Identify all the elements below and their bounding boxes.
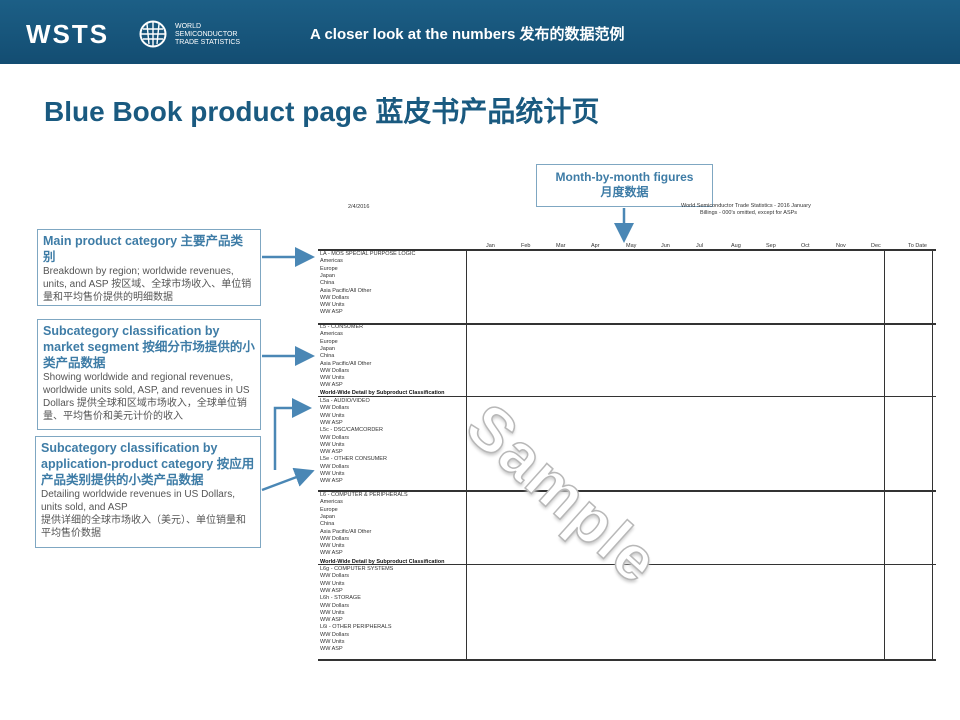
category-heading: LA - MOS SPECIAL PURPOSE LOGIC <box>320 251 416 257</box>
row-label: WW Dollars <box>320 463 350 470</box>
row-label: Europe <box>320 338 338 345</box>
row-label: China <box>320 521 335 528</box>
slide: WSTS WORLD SEMICONDUCTOR TRADE STATISTIC… <box>0 0 960 720</box>
row-label: WW Units <box>320 609 345 616</box>
arrow-application-lower <box>261 467 315 492</box>
row-label: Europe <box>320 265 338 272</box>
sample-sheet: 2/4/2016 World Semiconductor Trade Statis… <box>318 198 938 668</box>
row-label: Asia Pacific/All Other <box>320 528 372 535</box>
category-heading: L5c - DSC/CAMCORDER <box>320 427 383 434</box>
sheet-source: World Semiconductor Trade Statistics - 2… <box>681 203 811 209</box>
row-label: China <box>320 353 335 360</box>
category-heading: L5 - CONSUMER <box>320 324 364 330</box>
row-label: WW Units <box>320 302 345 309</box>
row-label: WW ASP <box>320 587 343 594</box>
row-label: Americas <box>320 258 343 265</box>
category-heading: L6g - COMPUTER SYSTEMS <box>320 566 394 572</box>
row-label: WW Dollars <box>320 294 350 301</box>
row-label: Japan <box>320 513 335 520</box>
row-label: WW Units <box>320 580 345 587</box>
block-rule <box>318 396 936 397</box>
row-label: WW Units <box>320 375 345 382</box>
row-label: WW Units <box>320 412 345 419</box>
row-label: WW ASP <box>320 309 343 316</box>
sheet-bottom-rule <box>318 659 936 661</box>
arrow-application-upper <box>273 398 312 470</box>
row-label: WW Dollars <box>320 405 350 412</box>
sheet-right-rule <box>932 249 933 660</box>
row-label: Asia Pacific/All Other <box>320 360 372 367</box>
block-rule <box>318 323 936 325</box>
row-label: Asia Pacific/All Other <box>320 287 372 294</box>
row-label: WW Units <box>320 543 345 550</box>
row-label: WW Dollars <box>320 535 350 542</box>
block-rule <box>318 490 936 492</box>
row-label: WW ASP <box>320 646 343 653</box>
sheet-units-note: Billings - 000's omitted, except for ASP… <box>700 210 798 216</box>
row-label: WW Dollars <box>320 367 350 374</box>
row-label: WW ASP <box>320 617 343 624</box>
row-label: Americas <box>320 499 343 506</box>
category-heading: L6 - COMPUTER & PERIPHERALS <box>320 492 408 498</box>
row-label: Americas <box>320 331 343 338</box>
category-heading: L6i - OTHER PERIPHERALS <box>320 624 392 631</box>
months-end-rule <box>884 249 885 660</box>
category-heading: L6h - STORAGE <box>320 595 361 602</box>
row-label: Japan <box>320 345 335 352</box>
row-label: WW Dollars <box>320 573 350 580</box>
row-label: WW Units <box>320 639 345 645</box>
row-label: China <box>320 280 335 287</box>
row-label: WW Units <box>320 441 345 448</box>
row-label: WW ASP <box>320 419 343 426</box>
row-label: WW Dollars <box>320 631 350 638</box>
row-label: WW ASP <box>320 382 343 389</box>
category-heading: L5e - OTHER CONSUMER <box>320 456 387 463</box>
row-label: WW Units <box>320 471 345 477</box>
row-label: WW ASP <box>320 449 343 456</box>
row-label: Japan <box>320 272 335 279</box>
sheet-date: 2/4/2016 <box>348 204 370 210</box>
row-label: WW ASP <box>320 478 343 485</box>
category-heading: L5a - AUDIO/VIDEO <box>320 398 370 404</box>
row-label: WW Dollars <box>320 602 350 609</box>
row-label: WW Dollars <box>320 434 350 441</box>
row-label: WW ASP <box>320 550 343 557</box>
row-label: Europe <box>320 506 338 513</box>
